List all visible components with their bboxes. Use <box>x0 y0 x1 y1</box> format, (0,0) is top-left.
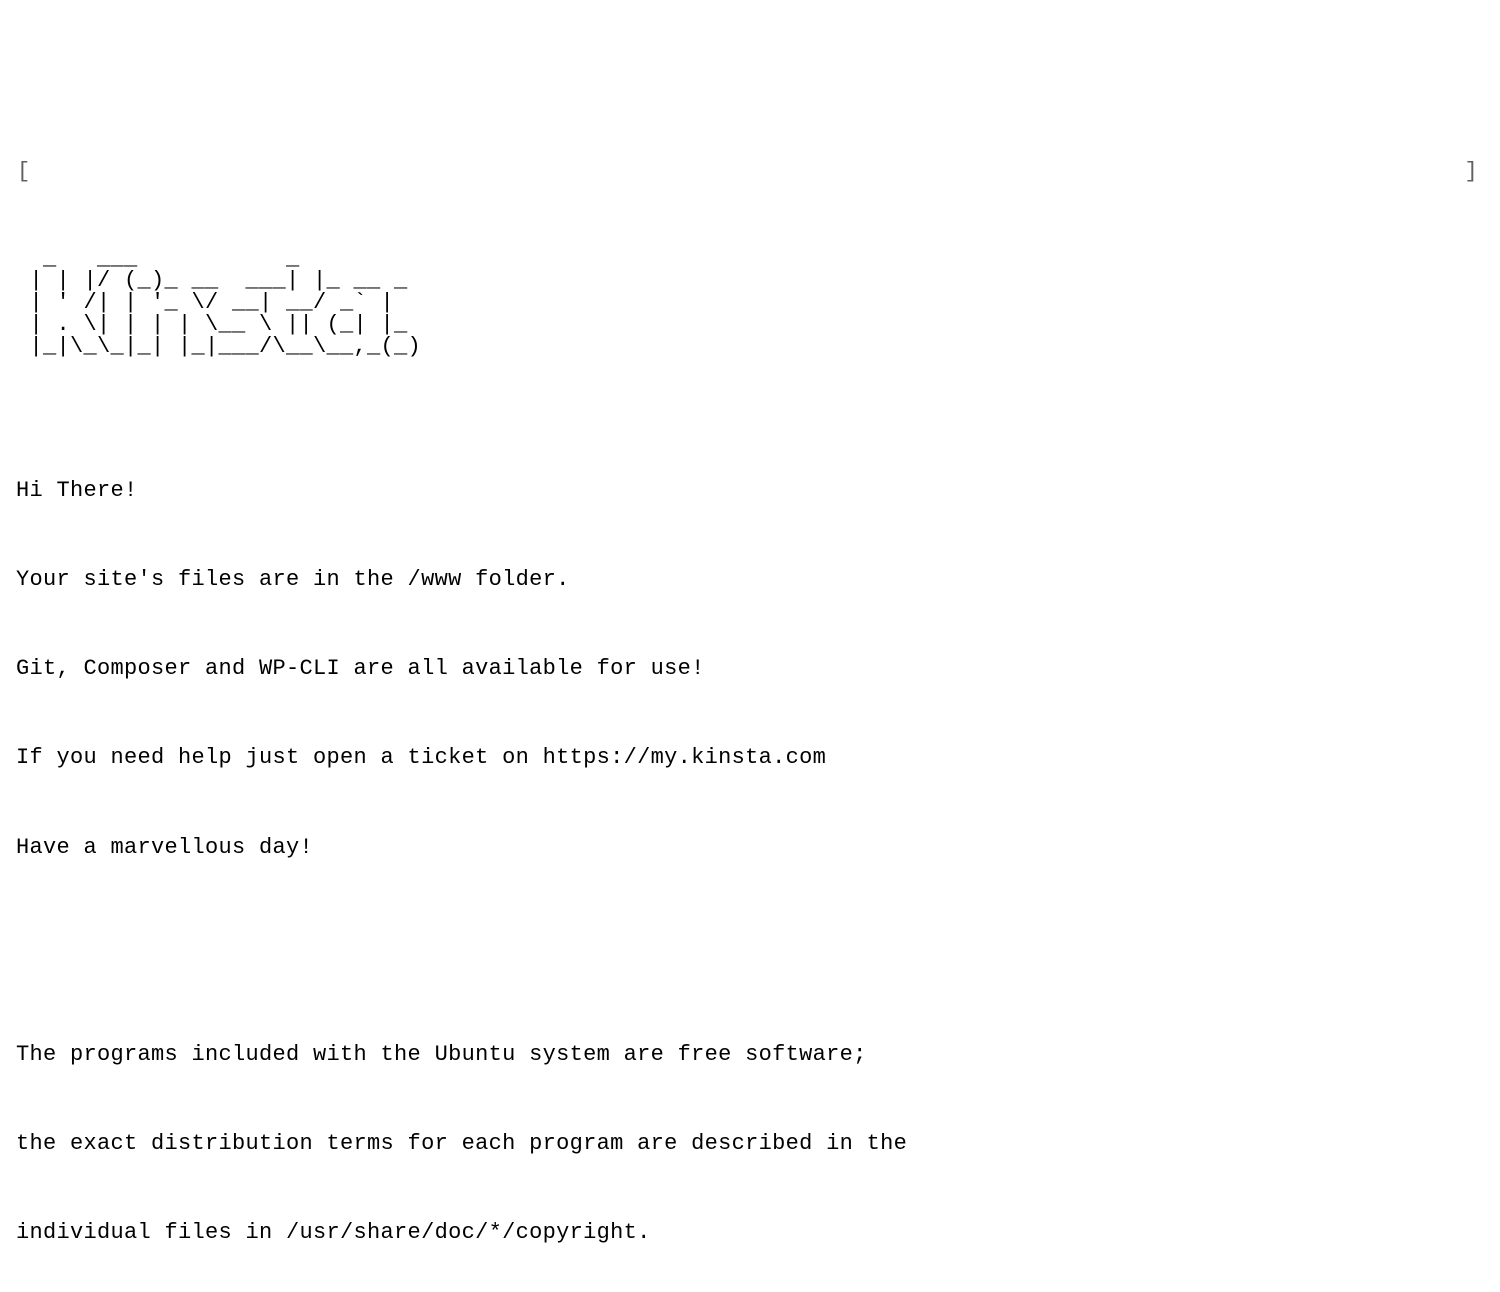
bracket-right: ] <box>1464 157 1478 187</box>
motd-line-9: the exact distribution terms for each pr… <box>16 1129 1484 1159</box>
motd-line-5: Have a marvellous day! <box>16 833 1484 863</box>
motd-line-4: If you need help just open a ticket on h… <box>16 743 1484 773</box>
motd-line-1: Hi There! <box>16 476 1484 506</box>
motd-line-8: The programs included with the Ubuntu sy… <box>16 1040 1484 1070</box>
bracket-left: [ <box>17 157 31 187</box>
terminal-window[interactable]: [ ] _ ___ _ | | |/ (_)_ __ ___| |_ __ _ … <box>16 129 1484 1292</box>
motd-line-2: Your site's files are in the /www folder… <box>16 565 1484 595</box>
motd-line-3: Git, Composer and WP-CLI are all availab… <box>16 654 1484 684</box>
ascii-logo: _ ___ _ | | |/ (_)_ __ ___| |_ __ _ | ' … <box>16 248 1484 358</box>
motd-line-10: individual files in /usr/share/doc/*/cop… <box>16 1218 1484 1248</box>
